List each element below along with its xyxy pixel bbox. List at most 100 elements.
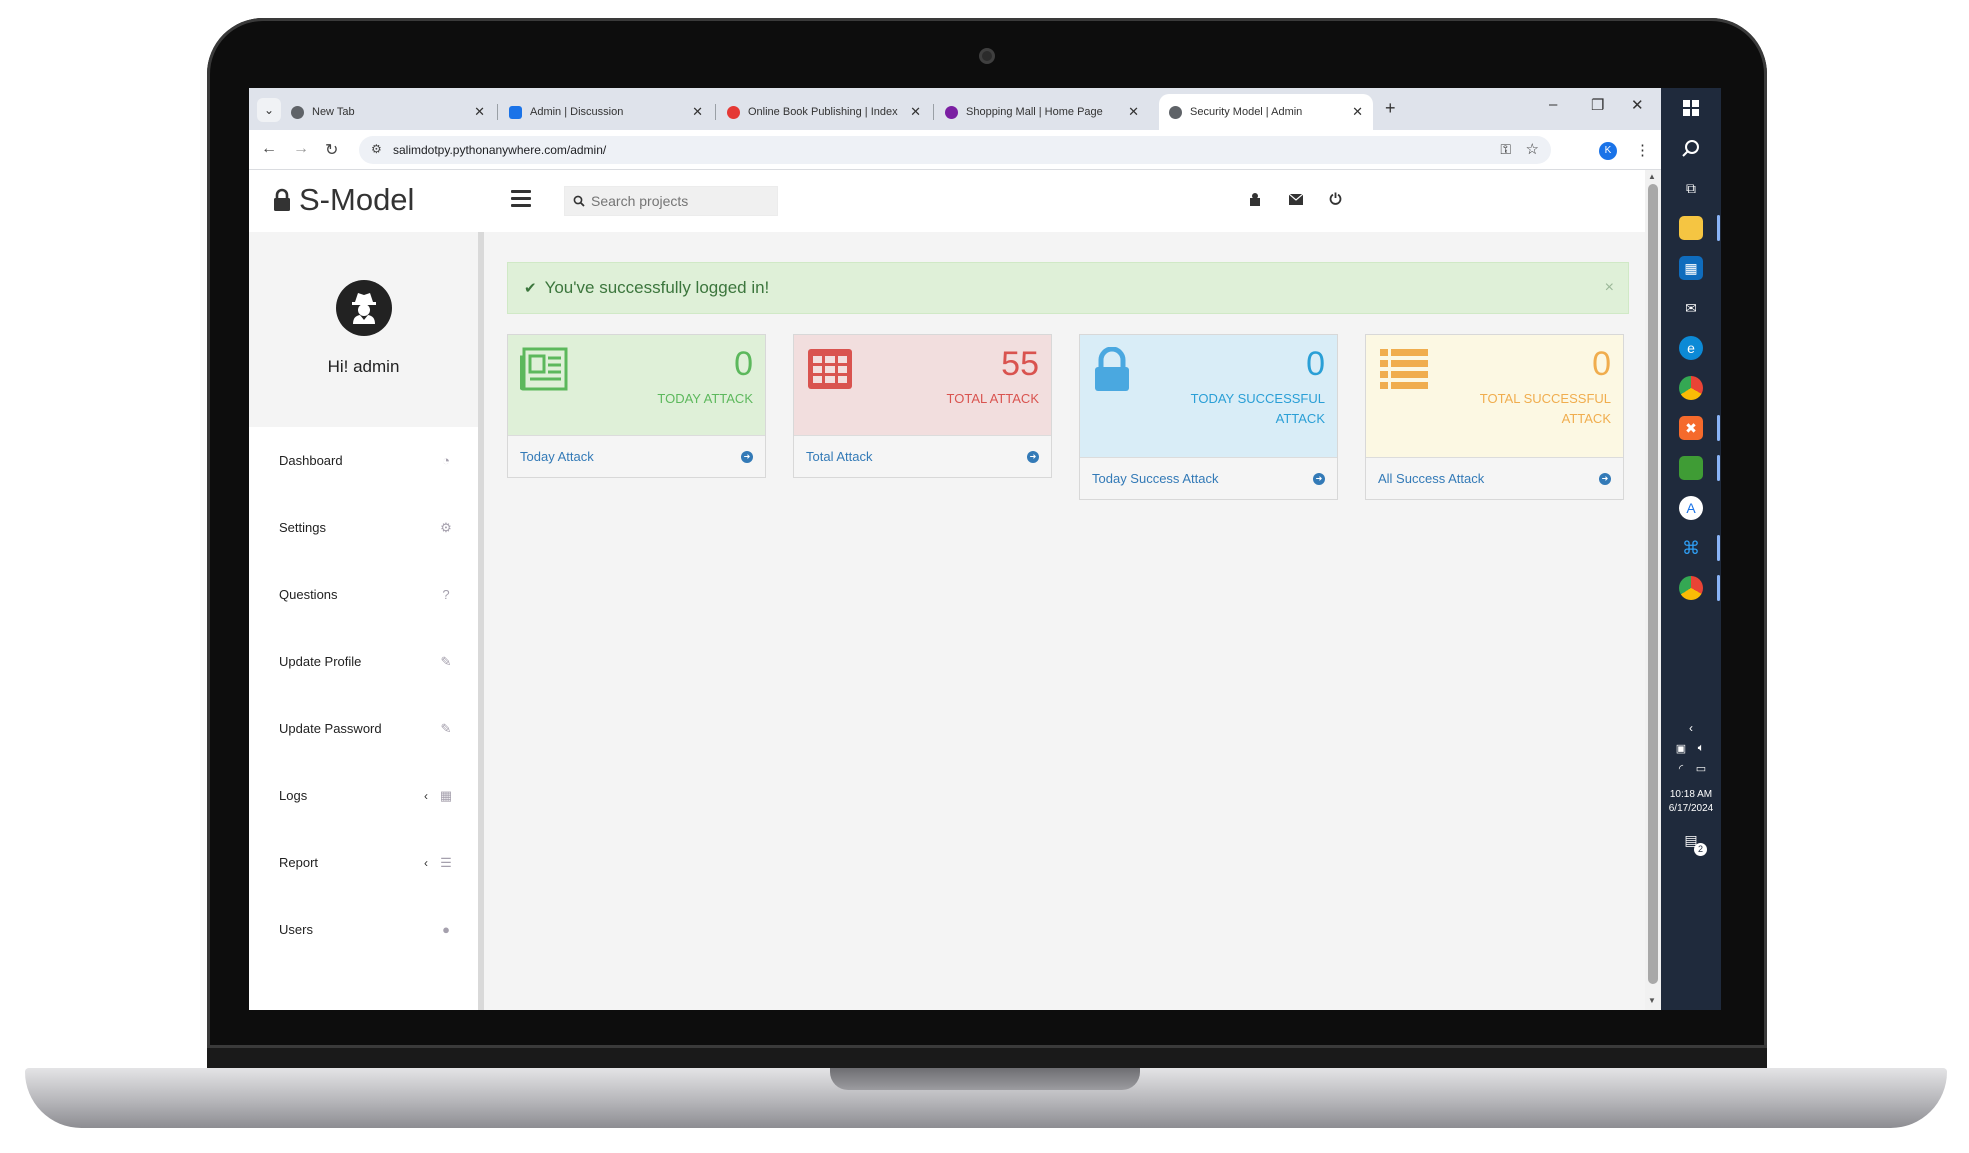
edge-icon[interactable]: e	[1679, 336, 1703, 360]
star-icon[interactable]: ☆	[1526, 140, 1539, 158]
scroll-down-arrow-icon[interactable]: ▼	[1648, 996, 1656, 1005]
chrome-icon[interactable]	[1679, 376, 1703, 400]
sidebar-item-update-password[interactable]: Update Password ✎	[249, 695, 478, 762]
card-link-total-attack[interactable]: Total Attack ➜	[794, 435, 1051, 477]
sidebar-item-questions[interactable]: Questions ?	[249, 561, 478, 628]
sidebar-item-update-profile[interactable]: Update Profile ✎	[249, 628, 478, 695]
user-icon: ●	[442, 922, 450, 937]
task-view-icon[interactable]: ⧉	[1679, 176, 1703, 200]
chrome-profile-icon[interactable]	[1679, 576, 1703, 600]
search-input[interactable]	[591, 193, 771, 209]
envelope-icon[interactable]	[1288, 192, 1304, 208]
minimize-button[interactable]: –	[1549, 96, 1557, 113]
tab-admin-discussion[interactable]: Admin | Discussion ✕	[499, 94, 713, 130]
sidebar-item-label: Report	[279, 855, 319, 870]
address-bar[interactable]: ⚙ salimdotpy.pythonanywhere.com/admin/ ⚿…	[359, 136, 1551, 164]
brand-logo[interactable]: S-Model	[273, 182, 414, 218]
tab-search-button[interactable]: ⌄	[257, 98, 281, 122]
windows-taskbar: ⧉ ▦ ✉ e ✖ A ⌘ ‹ ▣ 🔈︎ ◜ ▭ 10:18 AM 6/17/2…	[1661, 88, 1721, 1010]
arrow-circle-right-icon: ➜	[1027, 450, 1039, 463]
alert-message: You've successfully logged in!	[544, 278, 770, 297]
sidebar-item-report[interactable]: Report ‹ ☰	[249, 829, 478, 896]
card-link-all-success-attack[interactable]: All Success Attack ➜	[1366, 457, 1623, 499]
close-window-button[interactable]: ✕	[1631, 96, 1644, 114]
url-text[interactable]: salimdotpy.pythonanywhere.com/admin/	[393, 143, 606, 157]
arrow-circle-right-icon: ➜	[1599, 472, 1611, 485]
tab-security-model[interactable]: Security Model | Admin ✕	[1159, 94, 1373, 130]
card-link-label: Total Attack	[806, 449, 873, 464]
search-icon[interactable]	[1679, 136, 1703, 160]
user-secret-icon[interactable]	[1249, 192, 1261, 209]
close-icon[interactable]: ✕	[910, 104, 921, 120]
new-tab-button[interactable]: +	[1385, 98, 1396, 119]
microsoft-store-icon[interactable]: ▦	[1679, 256, 1703, 280]
file-explorer-icon[interactable]	[1679, 216, 1703, 240]
card-link-today-success-attack[interactable]: Today Success Attack ➜	[1080, 457, 1337, 499]
restore-button[interactable]: ❐	[1591, 96, 1604, 114]
tab-online-book[interactable]: Online Book Publishing | Index ✕	[717, 94, 931, 130]
search-box[interactable]	[564, 186, 778, 216]
web-page: S-Model Search projects Hi! admin Dashbo…	[249, 170, 1645, 1010]
card-head: 0 TOTAL SUCCESSFUL ATTACK	[1366, 335, 1623, 457]
sheets-icon[interactable]	[1679, 456, 1703, 480]
stat-value: 0	[1306, 345, 1325, 383]
site-icon	[509, 105, 522, 119]
xampp-icon[interactable]: ✖	[1679, 416, 1703, 440]
android-studio-icon[interactable]: A	[1679, 496, 1703, 520]
stat-card-total-successful-attack: 0 TOTAL SUCCESSFUL ATTACK All Success At…	[1365, 334, 1624, 500]
sidebar-item-label: Update Profile	[279, 654, 362, 669]
power-icon[interactable]	[1329, 192, 1342, 208]
sidebar-item-label: Logs	[279, 788, 308, 803]
sidebar-item-settings[interactable]: Settings ⚙	[249, 494, 478, 561]
table-icon: ▦	[439, 787, 453, 803]
stat-caption: TOTAL SUCCESSFUL ATTACK	[1479, 391, 1611, 426]
stat-value: 55	[1001, 345, 1039, 383]
chevron-left-icon: ‹	[424, 788, 428, 803]
sidebar-item-users[interactable]: Users ●	[249, 896, 478, 963]
webcam	[979, 48, 995, 64]
close-icon[interactable]: ✕	[692, 104, 703, 120]
key-icon[interactable]: ⚿	[1500, 141, 1511, 158]
clock-date[interactable]: 6/17/2024	[1661, 802, 1721, 815]
back-button[interactable]: ←	[261, 140, 277, 158]
question-icon: ?	[442, 587, 450, 602]
clock-time[interactable]: 10:18 AM	[1661, 788, 1721, 801]
sidebar-menu: Dashboard ◔ Settings ⚙ Questions ? Updat…	[249, 427, 478, 963]
edit-icon: ✎	[440, 720, 452, 736]
scroll-up-arrow-icon[interactable]: ▲	[1648, 172, 1656, 181]
scrollbar-thumb[interactable]	[1648, 184, 1658, 984]
stat-card-today-attack: 0 TODAY ATTACK Today Attack ➜	[507, 334, 766, 478]
page-scrollbar[interactable]: ▲ ▼	[1645, 170, 1661, 1010]
success-alert: ✔ You've successfully logged in! ×	[507, 262, 1629, 314]
hamburger-menu-icon[interactable]	[511, 190, 531, 208]
mail-icon[interactable]: ✉	[1679, 296, 1703, 320]
user-panel: Hi! admin	[249, 232, 478, 427]
close-icon[interactable]: ✕	[1352, 104, 1363, 120]
forward-button[interactable]: →	[293, 140, 309, 158]
sidebar-item-logs[interactable]: Logs ‹ ▦	[249, 762, 478, 829]
sidebar-item-dashboard[interactable]: Dashboard ◔	[249, 427, 478, 494]
dashboard-icon: ◔	[442, 453, 450, 468]
site-info-icon[interactable]: ⚙	[371, 142, 382, 156]
stat-caption: TODAY SUCCESSFUL ATTACK	[1190, 391, 1325, 426]
tab-title: Admin | Discussion	[530, 106, 624, 118]
menu-kebab-icon[interactable]: ⋮	[1635, 141, 1650, 159]
tab-new-tab[interactable]: New Tab ✕	[281, 94, 495, 130]
edit-icon: ✎	[440, 653, 452, 669]
card-head: 0 TODAY ATTACK	[508, 335, 765, 435]
tab-shopping-mall[interactable]: Shopping Mall | Home Page ✕	[935, 94, 1149, 130]
alert-close-button[interactable]: ×	[1605, 279, 1614, 297]
screen: ⌄ New Tab ✕ Admin | Discussion ✕ Online …	[249, 88, 1721, 1010]
check-icon: ✔	[524, 280, 537, 297]
browser-window: ⌄ New Tab ✕ Admin | Discussion ✕ Online …	[249, 88, 1661, 1010]
card-link-today-attack[interactable]: Today Attack ➜	[508, 435, 765, 477]
battery-icon[interactable]: ▭	[1689, 756, 1713, 780]
vscode-icon[interactable]: ⌘	[1679, 536, 1703, 560]
windows-start-icon[interactable]	[1679, 96, 1703, 120]
brand-text: S-Model	[299, 182, 415, 217]
notification-center-icon[interactable]: ▤ 2	[1679, 828, 1707, 856]
close-icon[interactable]: ✕	[474, 104, 485, 120]
reload-button[interactable]: ↻	[325, 140, 338, 160]
profile-avatar[interactable]: K	[1599, 142, 1617, 160]
close-icon[interactable]: ✕	[1128, 104, 1139, 120]
